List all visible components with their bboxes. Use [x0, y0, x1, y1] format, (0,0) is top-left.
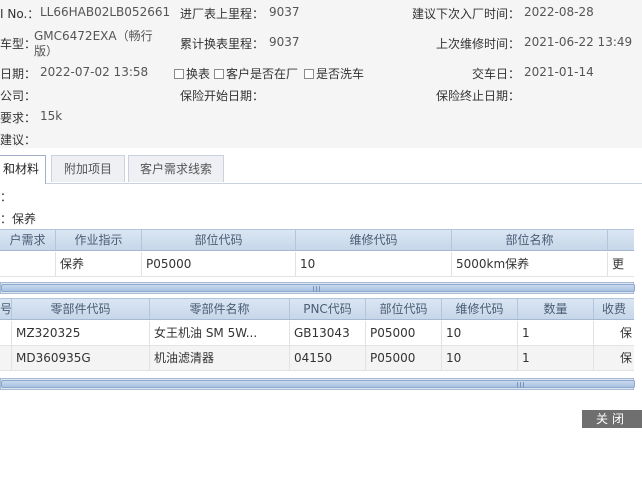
insurance-start-label: 保险开始日期：: [180, 89, 265, 103]
swap-meter-checkbox[interactable]: 换表: [174, 65, 210, 82]
cell-part-desc: 机油滤清器: [150, 346, 290, 370]
col-part-code[interactable]: 部位代码: [142, 230, 296, 250]
col-customer-request[interactable]: 户需求: [0, 230, 56, 250]
section-type-line: ：保养: [0, 212, 37, 226]
car-wash-checkbox[interactable]: 是否洗车: [304, 65, 364, 82]
close-button[interactable]: 关闭: [582, 410, 642, 428]
col-number[interactable]: 号: [0, 299, 12, 319]
col-work-instruction[interactable]: 作业指示: [56, 230, 142, 250]
cell-part-desc: 女王机油 SM 5W...: [150, 321, 290, 345]
table-row[interactable]: 保养 P05000 10 5000km保养 更换: [0, 252, 634, 277]
tab-additional-items[interactable]: 附加项目: [51, 155, 125, 182]
scrollbar-thumb[interactable]: [1, 284, 635, 292]
col-part-number[interactable]: 零部件代码: [12, 299, 150, 319]
checkbox-box[interactable]: [174, 69, 184, 79]
col-repair-code[interactable]: 维修代码: [296, 230, 452, 250]
parts-table-scrollbar[interactable]: [0, 378, 635, 390]
total-mileage-label: 累计换表里程：: [180, 37, 265, 51]
table-row[interactable]: MZ320325 女王机油 SM 5W... GB13043 P05000 10…: [0, 321, 634, 346]
cell-repair-code: 10: [296, 252, 452, 276]
col-repair-code[interactable]: 维修代码: [442, 299, 518, 319]
col-part-desc[interactable]: 零部件名称: [150, 299, 290, 319]
col-part-code[interactable]: 部位代码: [366, 299, 442, 319]
cell-quantity: 1: [518, 321, 594, 345]
last-repair-value: 2021-06-22 13:49: [524, 35, 633, 49]
odometer-label: 进厂表上里程：: [180, 7, 265, 21]
in-factory-label: 客户是否在厂: [226, 67, 299, 81]
vin-label: I No.：: [0, 7, 40, 21]
grip-line: [523, 382, 524, 388]
cell-part-number: MD360935G: [12, 346, 150, 370]
advice-label: 建议：: [0, 133, 37, 147]
company-label: 公司：: [0, 89, 37, 103]
section-colon-line: ：: [0, 190, 13, 204]
cell-part-code: P05000: [366, 321, 442, 345]
col-extra[interactable]: [608, 230, 634, 250]
cell-part-name: 5000km保养: [452, 252, 608, 276]
tab-bar: 和材料 附加项目 客户需求线索: [0, 155, 642, 184]
cell-part-number: MZ320325: [12, 321, 150, 345]
checkbox-box[interactable]: [214, 69, 224, 79]
last-repair-label: 上次维修时间：: [436, 37, 521, 51]
grip-line: [517, 382, 518, 388]
cell-work-instruction: 保养: [56, 252, 142, 276]
scrollbar-thumb[interactable]: [1, 380, 635, 388]
tab-materials[interactable]: 和材料: [0, 155, 46, 184]
delivery-value: 2021-01-14: [524, 65, 594, 79]
swap-meter-label: 换表: [186, 67, 211, 81]
cell-repair-code: 10: [442, 321, 518, 345]
date-label: 日期：: [0, 67, 37, 81]
col-fee[interactable]: 收费: [594, 299, 634, 319]
checkbox-box[interactable]: [304, 69, 314, 79]
cell-repair-code: 10: [442, 346, 518, 370]
grip-line: [316, 286, 317, 292]
work-table-scrollbar[interactable]: [0, 282, 635, 294]
cell-fee: 保: [619, 351, 632, 365]
next-visit-label: 建议下次入厂时间：: [412, 7, 521, 21]
model-label: 车型：: [0, 37, 37, 51]
work-table-header: 户需求 作业指示 部位代码 维修代码 部位名称: [0, 229, 634, 251]
odometer-value: 9037: [269, 5, 300, 19]
vin-value: LL66HAB02LB052661: [40, 5, 171, 19]
grip-line: [313, 286, 314, 292]
date-value: 2022-07-02 13:58: [40, 65, 149, 79]
request-value: 15k: [40, 109, 63, 123]
car-wash-label: 是否洗车: [316, 67, 365, 81]
cell-part-code: P05000: [142, 252, 296, 276]
tab-customer-leads[interactable]: 客户需求线索: [128, 155, 224, 182]
cell-customer-request: [0, 252, 56, 276]
request-label: 要求：: [0, 111, 37, 125]
parts-table-header: 号 零部件代码 零部件名称 PNC代码 部位代码 维修代码 数量 收费: [0, 298, 634, 320]
cell-fee: 保: [619, 326, 632, 340]
in-factory-checkbox[interactable]: 客户是否在厂: [214, 65, 298, 82]
cell-part-code: P05000: [366, 346, 442, 370]
table-row[interactable]: MD360935G 机油滤清器 04150 P05000 10 1 保: [0, 346, 634, 371]
cell-pnc: GB13043: [290, 321, 366, 345]
delivery-label: 交车日：: [472, 67, 521, 81]
next-visit-value: 2022-08-28: [524, 5, 594, 19]
col-part-name[interactable]: 部位名称: [452, 230, 608, 250]
total-mileage-value: 9037: [269, 35, 300, 49]
insurance-end-label: 保险终止日期：: [436, 89, 521, 103]
cell-extra: 更换: [612, 257, 625, 271]
grip-line: [520, 382, 521, 388]
model-value-line2: 版）: [34, 44, 59, 58]
col-quantity[interactable]: 数量: [518, 299, 594, 319]
cell-pnc: 04150: [290, 346, 366, 370]
cell-number: [0, 346, 12, 370]
col-pnc[interactable]: PNC代码: [290, 299, 366, 319]
cell-number: [0, 321, 12, 345]
cell-quantity: 1: [518, 346, 594, 370]
grip-line: [319, 286, 320, 292]
